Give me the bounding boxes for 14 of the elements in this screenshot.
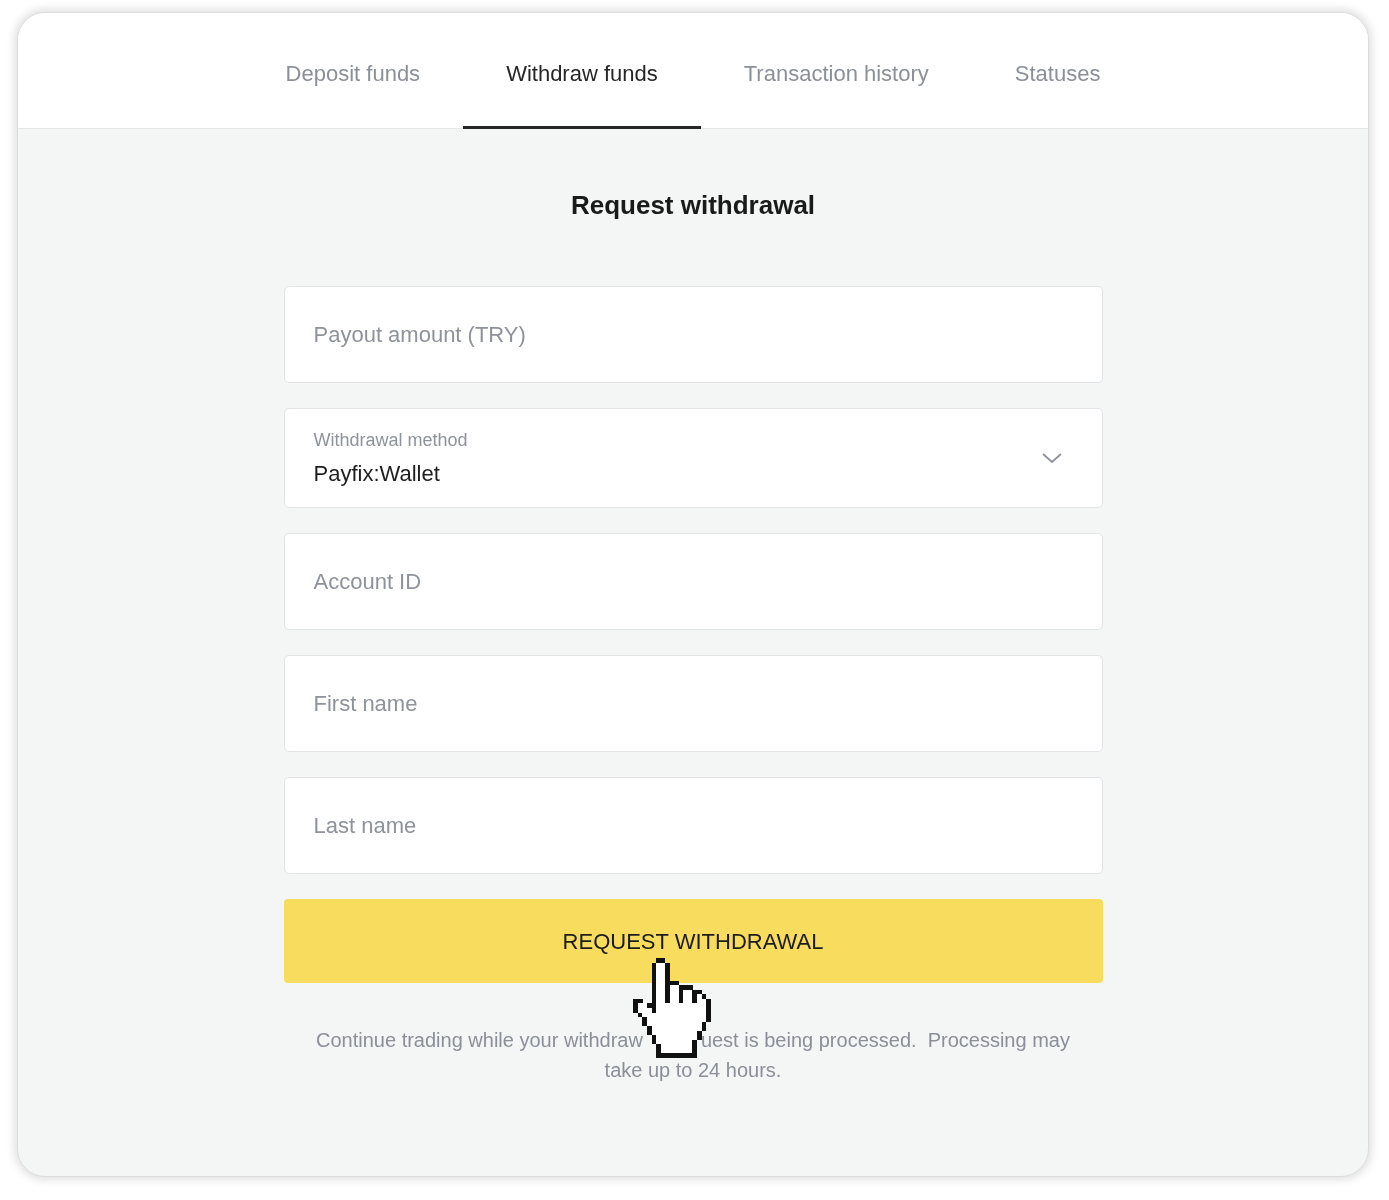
field-value: Payfix:Wallet xyxy=(313,460,441,488)
input-field[interactable]: Account ID xyxy=(283,533,1103,630)
field-label: Withdrawal method xyxy=(313,429,468,452)
input-field[interactable]: First name xyxy=(283,655,1103,752)
input-field[interactable]: Last name xyxy=(283,777,1103,874)
notice-text-end: uest is being processed. Processing may xyxy=(700,1028,1070,1053)
select-field[interactable]: Withdrawal method Payfix:Wallet xyxy=(283,408,1103,508)
tab[interactable]: Withdraw funds xyxy=(463,13,701,129)
form-title: Request withdrawal xyxy=(570,189,816,221)
request-withdrawal-button[interactable]: REQUEST WITHDRAWAL xyxy=(283,899,1103,983)
input-field[interactable]: Payout amount (TRY) xyxy=(283,286,1103,383)
chevron-down-icon xyxy=(1041,453,1062,463)
notice-text-end: take up to 24 hours. xyxy=(604,1058,782,1083)
notice-text-start: Continue trading while your withdraw xyxy=(316,1028,643,1053)
